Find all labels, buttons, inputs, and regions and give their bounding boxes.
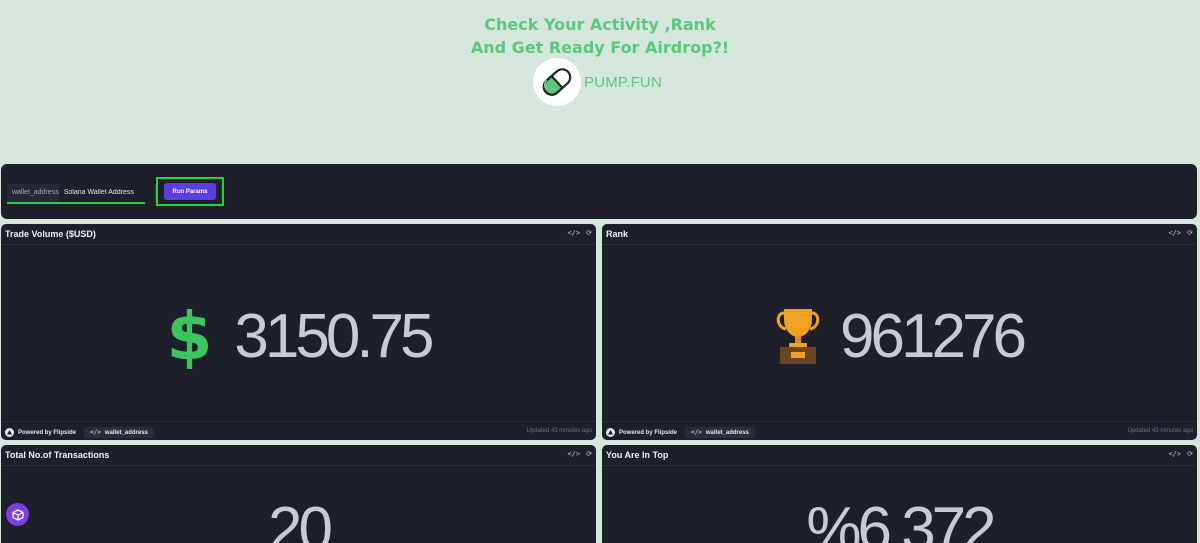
embed-code-icon[interactable]: </> — [567, 228, 580, 238]
updated-timestamp: Updated 43 minutes ago — [526, 428, 592, 434]
metric-display: 20 — [1, 489, 596, 543]
param-chip[interactable]: </> wallet_address — [685, 427, 755, 438]
brand-row: PUMP.FUN — [533, 58, 662, 106]
card-title: Trade Volume ($USD) — [5, 229, 96, 239]
pill-icon — [533, 58, 581, 106]
param-chip[interactable]: </> wallet_address — [84, 427, 154, 438]
transactions-card: Total No.of Transactions </> ⟳ 20 — [1, 445, 596, 543]
code-icon: </> — [691, 429, 702, 436]
card-header: You Are In Top </> ⟳ — [602, 445, 1197, 466]
run-params-button[interactable]: Run Params — [164, 183, 216, 200]
card-actions: </> ⟳ — [567, 228, 592, 238]
refresh-icon[interactable]: ⟳ — [1187, 449, 1193, 459]
brand-name: PUMP.FUN — [584, 73, 662, 91]
card-header: Rank </> ⟳ — [602, 224, 1197, 245]
dollar-icon: $ — [166, 297, 213, 375]
flipside-logo-icon — [606, 428, 615, 437]
top-percent-value: %6.372 — [806, 494, 996, 543]
metric-display: %6.372 — [602, 489, 1197, 543]
wallet-address-param: wallet_address — [7, 184, 156, 204]
rank-value: 961276 — [840, 301, 1027, 371]
dashboard-page: Check Your Activity ,Rank And Get Ready … — [0, 0, 1200, 543]
param-chip-label: wallet_address — [104, 429, 148, 436]
refresh-icon[interactable]: ⟳ — [586, 449, 592, 459]
card-title: You Are In Top — [606, 450, 669, 460]
card-title: Rank — [606, 229, 629, 239]
trade-volume-card: Trade Volume ($USD) </> ⟳ $ 3150.75 Powe… — [1, 224, 596, 440]
powered-by[interactable]: Powered by Flipside </> wallet_address — [606, 427, 755, 438]
card-footer: Powered by Flipside </> wallet_address U… — [602, 421, 1197, 440]
refresh-icon[interactable]: ⟳ — [586, 228, 592, 238]
hero-header: Check Your Activity ,Rank And Get Ready … — [0, 0, 1200, 162]
powered-by[interactable]: Powered by Flipside </> wallet_address — [5, 427, 154, 438]
hero-title-line2: And Get Ready For Airdrop?! — [470, 38, 730, 57]
cube-icon — [11, 508, 24, 521]
param-key-label: wallet_address — [7, 184, 59, 202]
card-actions: </> ⟳ — [1168, 228, 1193, 238]
embed-code-icon[interactable]: </> — [1168, 228, 1181, 238]
card-actions: </> ⟳ — [1168, 449, 1193, 459]
hero-title-line1: Check Your Activity ,Rank — [484, 15, 716, 34]
trophy-icon — [776, 307, 820, 365]
floating-app-button[interactable] — [6, 503, 29, 526]
card-title: Total No.of Transactions — [5, 450, 110, 460]
metric-display: $ 3150.75 — [1, 296, 596, 376]
rank-card: Rank </> ⟳ 961276 Powered by Flipside </… — [602, 224, 1197, 440]
parameter-bar: wallet_address Run Params — [1, 164, 1197, 219]
metric-display: 961276 — [602, 296, 1197, 376]
run-button-highlight: Run Params — [156, 177, 224, 206]
top-percent-card: You Are In Top </> ⟳ %6.372 — [602, 445, 1197, 543]
trade-volume-value: 3150.75 — [234, 301, 434, 371]
flipside-logo-icon — [5, 428, 14, 437]
powered-by-label: Powered by Flipside — [619, 429, 678, 436]
transactions-value: 20 — [268, 494, 333, 543]
param-chip-label: wallet_address — [705, 429, 749, 436]
powered-by-label: Powered by Flipside — [18, 429, 77, 436]
embed-code-icon[interactable]: </> — [567, 449, 580, 459]
card-header: Total No.of Transactions </> ⟳ — [1, 445, 596, 466]
hero-title: Check Your Activity ,Rank And Get Ready … — [0, 13, 1200, 59]
card-footer: Powered by Flipside </> wallet_address U… — [1, 421, 596, 440]
refresh-icon[interactable]: ⟳ — [1187, 228, 1193, 238]
card-header: Trade Volume ($USD) </> ⟳ — [1, 224, 596, 245]
updated-timestamp: Updated 43 minutes ago — [1127, 428, 1193, 434]
wallet-address-input[interactable] — [58, 184, 156, 202]
card-actions: </> ⟳ — [567, 449, 592, 459]
embed-code-icon[interactable]: </> — [1168, 449, 1181, 459]
code-icon: </> — [90, 429, 101, 436]
